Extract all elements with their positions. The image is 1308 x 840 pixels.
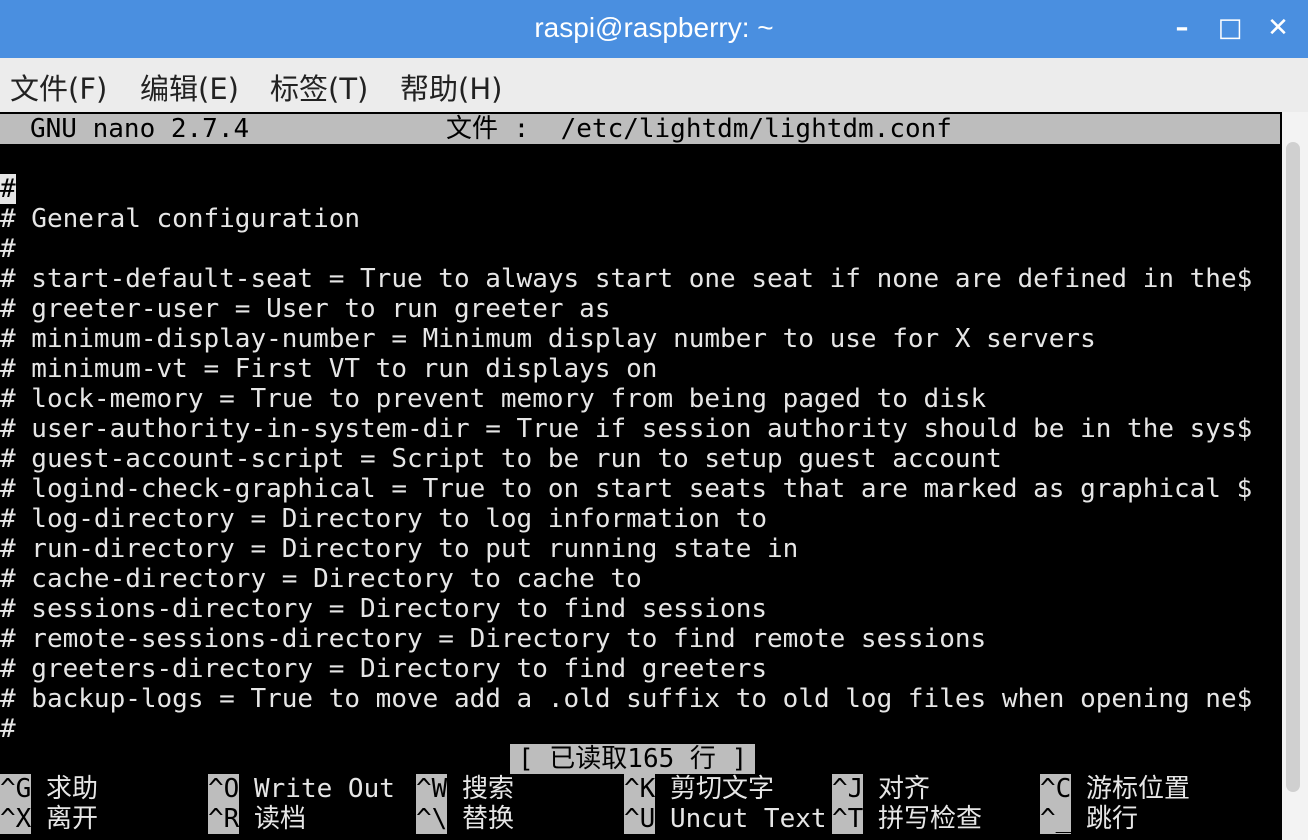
editor-line: # greeters-directory = Directory to find… bbox=[0, 654, 768, 684]
menu-edit[interactable]: 编辑(E) bbox=[140, 66, 239, 108]
editor-line: # guest-account-script = Script to be ru… bbox=[0, 444, 1002, 474]
menu-help[interactable]: 帮助(H) bbox=[400, 66, 502, 108]
editor-line: # minimum-vt = First VT to run displays … bbox=[0, 354, 658, 384]
shortcut-label: 搜索 bbox=[462, 774, 515, 804]
minimize-icon[interactable]: – bbox=[1164, 10, 1200, 46]
shortcut-label: 求助 bbox=[46, 774, 99, 804]
menu-tabs[interactable]: 标签(T) bbox=[270, 66, 368, 108]
status-message: [ 已读取165 行 ] bbox=[510, 744, 756, 774]
shortcut-label: 替换 bbox=[462, 804, 515, 834]
nano-file-name: 文件 : /etc/lightdm/lightdm.conf bbox=[446, 114, 952, 144]
scrollbar-thumb[interactable] bbox=[1286, 142, 1300, 792]
scrollbar[interactable] bbox=[1282, 112, 1308, 840]
shortcut-label: 拼写检查 bbox=[878, 804, 983, 834]
shortcut-key: ^_ bbox=[1040, 804, 1072, 834]
shortcut-label: 跳行 bbox=[1086, 804, 1139, 834]
shortcut-label: 离开 bbox=[46, 804, 99, 834]
text-cursor: # bbox=[0, 174, 16, 204]
close-icon[interactable]: ✕ bbox=[1260, 10, 1296, 46]
editor-line: # bbox=[0, 234, 16, 264]
menu-bar: 文件(F) 编辑(E) 标签(T) 帮助(H) bbox=[0, 58, 1308, 112]
shortcut-key: ^X bbox=[0, 804, 32, 834]
shortcut-key: ^C bbox=[1040, 774, 1072, 804]
editor-line: # sessions-directory = Directory to find… bbox=[0, 594, 768, 624]
editor-line: # minimum-display-number = Minimum displ… bbox=[0, 324, 1096, 354]
shortcut-key: ^T bbox=[832, 804, 864, 834]
editor-line: # bbox=[0, 174, 16, 204]
editor-line: # remote-sessions-directory = Directory … bbox=[0, 624, 987, 654]
shortcut-key: ^W bbox=[416, 774, 448, 804]
maximize-icon[interactable]: □ bbox=[1212, 10, 1248, 46]
shortcut-key: ^J bbox=[832, 774, 864, 804]
editor-line: # run-directory = Directory to put runni… bbox=[0, 534, 799, 564]
terminal-area[interactable]: GNU nano 2.7.4 文件 : /etc/lightdm/lightdm… bbox=[0, 112, 1308, 840]
title-bar: raspi@raspberry: ~ – □ ✕ bbox=[0, 0, 1308, 58]
window-title: raspi@raspberry: ~ bbox=[534, 12, 774, 43]
editor-line: # logind-check-graphical = True to on st… bbox=[0, 474, 1253, 504]
shortcut-key: ^G bbox=[0, 774, 32, 804]
editor-line: # greeter-user = User to run greeter as bbox=[0, 294, 611, 324]
editor-line: # bbox=[0, 714, 16, 744]
shortcut-key: ^R bbox=[208, 804, 240, 834]
editor-line: # lock-memory = True to prevent memory f… bbox=[0, 384, 987, 414]
editor-line: # start-default-seat = True to always st… bbox=[0, 264, 1253, 294]
nano-version: GNU nano 2.7.4 bbox=[30, 114, 250, 144]
editor-line: # cache-directory = Directory to cache t… bbox=[0, 564, 642, 594]
shortcut-label: 读档 bbox=[254, 804, 307, 834]
shortcut-label: 对齐 bbox=[878, 774, 931, 804]
menu-file[interactable]: 文件(F) bbox=[10, 66, 107, 108]
nano-header: GNU nano 2.7.4 文件 : /etc/lightdm/lightdm… bbox=[0, 114, 1280, 144]
editor-line: # backup-logs = True to move add a .old … bbox=[0, 684, 1253, 714]
shortcut-key: ^U bbox=[624, 804, 656, 834]
editor-line: # log-directory = Directory to log infor… bbox=[0, 504, 768, 534]
shortcut-label: Uncut Text bbox=[670, 804, 827, 834]
shortcut-key: ^O bbox=[208, 774, 240, 804]
shortcut-label: Write Out bbox=[254, 774, 395, 804]
editor-line: # General configuration bbox=[0, 204, 361, 234]
editor-line: # user-authority-in-system-dir = True if… bbox=[0, 414, 1253, 444]
shortcut-key: ^K bbox=[624, 774, 656, 804]
shortcut-key: ^\ bbox=[416, 804, 448, 834]
shortcut-label: 游标位置 bbox=[1086, 774, 1191, 804]
shortcut-label: 剪切文字 bbox=[670, 774, 775, 804]
